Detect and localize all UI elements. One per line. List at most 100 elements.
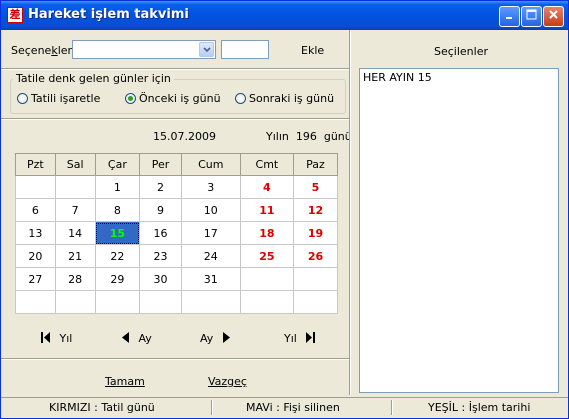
triangle-right-icon (222, 332, 230, 343)
cancel-button[interactable]: Vazgeç (208, 375, 247, 388)
radio-label: Önceki iş günü (139, 92, 221, 105)
selected-list[interactable]: HER AYIN 15 (359, 68, 559, 393)
calendar-day-cell-today[interactable]: 15 (94, 221, 141, 245)
options-label: Seçenekler (11, 44, 73, 57)
calendar-day-cell-holiday[interactable]: 12 (292, 198, 339, 222)
calendar-day-cell-holiday[interactable]: 19 (292, 221, 339, 245)
next-month-button[interactable]: Ay (200, 332, 230, 346)
calendar-day-cell[interactable]: 31 (180, 267, 241, 291)
calendar-day-cell[interactable]: 7 (54, 198, 96, 222)
status-red-legend: KIRMIZI : Tatil günü (49, 401, 155, 414)
calendar-day-cell-holiday[interactable]: 5 (292, 175, 339, 199)
calendar-day-cell[interactable]: 2 (139, 175, 182, 199)
calendar-day-cell-holiday[interactable]: 25 (239, 244, 294, 268)
ok-button[interactable]: Tamam (105, 375, 145, 388)
calendar-day-cell-holiday[interactable]: 11 (239, 198, 294, 222)
radio-next-workday[interactable]: Sonraki iş günü (235, 92, 334, 105)
radio-label: Tatili işaretle (31, 92, 101, 105)
weekday-header: Pzt (15, 153, 56, 176)
skip-forward-icon (306, 332, 316, 343)
calendar-day-cell-holiday[interactable] (292, 267, 339, 291)
radio-circle (235, 93, 246, 104)
calendar-day-cell[interactable]: 14 (54, 221, 96, 245)
weekday-header: Sal (54, 153, 96, 176)
calendar-day-cell[interactable] (15, 175, 56, 199)
calendar-week-row: 6 7 8 9 10 11 12 (15, 198, 339, 222)
weekday-header: Çar (94, 153, 141, 176)
maximize-button[interactable] (521, 6, 542, 27)
radio-circle-selected (125, 93, 136, 104)
calendar-day-cell-holiday[interactable]: 4 (239, 175, 294, 199)
calendar-day-cell[interactable]: 3 (180, 175, 241, 199)
calendar-day-cell-holiday[interactable] (292, 290, 339, 314)
calendar-day-cell[interactable]: 29 (94, 267, 141, 291)
radio-mark-holiday[interactable]: Tatili işaretle (17, 92, 100, 105)
calendar-day-cell[interactable]: 9 (139, 198, 182, 222)
add-button[interactable]: Ekle (301, 44, 324, 57)
calendar-day-cell[interactable] (180, 290, 241, 314)
prev-year-button[interactable]: Yıl (41, 332, 72, 346)
calendar-day-cell[interactable] (54, 290, 96, 314)
calendar-day-cell[interactable]: 24 (180, 244, 241, 268)
separator (1, 358, 349, 360)
skip-back-icon (41, 332, 50, 343)
cancel-label: Vazgeç (208, 375, 247, 388)
calendar-week-row: 13 14 15 16 17 18 19 (15, 221, 339, 245)
calendar-window: 差 Hareket işlem takvimi Seçenekler Ekle … (0, 0, 569, 419)
calendar-day-cell-holiday[interactable] (239, 290, 294, 314)
calendar-week-row (15, 290, 339, 314)
combo-dropdown-button[interactable] (199, 42, 214, 57)
current-date: 15.07.2009 (153, 130, 216, 143)
ok-label: Tamam (105, 375, 145, 388)
close-button[interactable] (543, 6, 564, 27)
calendar-week-row: 1 2 3 4 5 (15, 175, 339, 199)
title-bar[interactable]: 差 Hareket işlem takvimi (1, 1, 568, 30)
calendar-day-cell[interactable] (15, 290, 56, 314)
calendar-day-cell-holiday[interactable]: 18 (239, 221, 294, 245)
calendar-day-cell[interactable]: 10 (180, 198, 241, 222)
calendar-day-cell[interactable]: 8 (94, 198, 141, 222)
calendar-day-cell[interactable]: 17 (180, 221, 241, 245)
calendar-day-cell[interactable] (139, 290, 182, 314)
calendar-day-cell[interactable]: 1 (94, 175, 141, 199)
prev-month-button[interactable]: Ay (122, 332, 152, 346)
radio-previous-workday[interactable]: Önceki iş günü (125, 92, 221, 105)
weekday-header: Per (139, 153, 182, 176)
selected-list-item[interactable]: HER AYIN 15 (363, 71, 555, 84)
close-icon (549, 10, 558, 19)
calendar-day-cell[interactable]: 27 (15, 267, 56, 291)
calendar-week-row: 20 21 22 23 24 25 26 (15, 244, 339, 268)
next-year-button[interactable]: Yıl (284, 332, 316, 346)
minimize-icon (506, 17, 512, 19)
weekday-header: Paz (292, 153, 339, 176)
calendar-day-cell[interactable] (54, 175, 96, 199)
window-title: Hareket işlem takvimi (28, 7, 189, 22)
options-combo[interactable] (72, 40, 216, 59)
status-divider (211, 400, 213, 415)
panel-divider (349, 30, 351, 395)
calendar-day-cell-holiday[interactable]: 26 (292, 244, 339, 268)
calendar-day-cell[interactable]: 6 (15, 198, 56, 222)
maximize-icon (526, 9, 537, 20)
calendar-day-cell[interactable]: 23 (139, 244, 182, 268)
calendar-day-cell[interactable]: 20 (15, 244, 56, 268)
calendar-day-cell-holiday[interactable] (239, 267, 294, 291)
calendar-day-cell[interactable]: 30 (139, 267, 182, 291)
options-textbox[interactable] (221, 40, 269, 59)
calendar-day-cell[interactable]: 28 (54, 267, 96, 291)
status-green-legend: YEŞİL : İşlem tarihi (428, 401, 531, 414)
calendar-day-cell[interactable]: 21 (54, 244, 96, 268)
status-divider (391, 400, 393, 415)
app-icon: 差 (7, 7, 23, 23)
calendar-day-cell[interactable]: 13 (15, 221, 56, 245)
selected-label: Seçilenler (434, 45, 488, 58)
calendar-day-cell[interactable]: 22 (94, 244, 141, 268)
calendar-day-cell[interactable] (94, 290, 141, 314)
calendar-week-row: 27 28 29 30 31 (15, 267, 339, 291)
minimize-button[interactable] (499, 6, 520, 27)
chevron-down-icon (203, 47, 211, 53)
calendar-day-cell[interactable]: 16 (139, 221, 182, 245)
prev-year-label: Yıl (59, 332, 73, 345)
status-bar: KIRMIZI : Tatil günü MAVi : Fişi silinen… (1, 397, 568, 418)
radio-label: Sonraki iş günü (249, 92, 335, 105)
